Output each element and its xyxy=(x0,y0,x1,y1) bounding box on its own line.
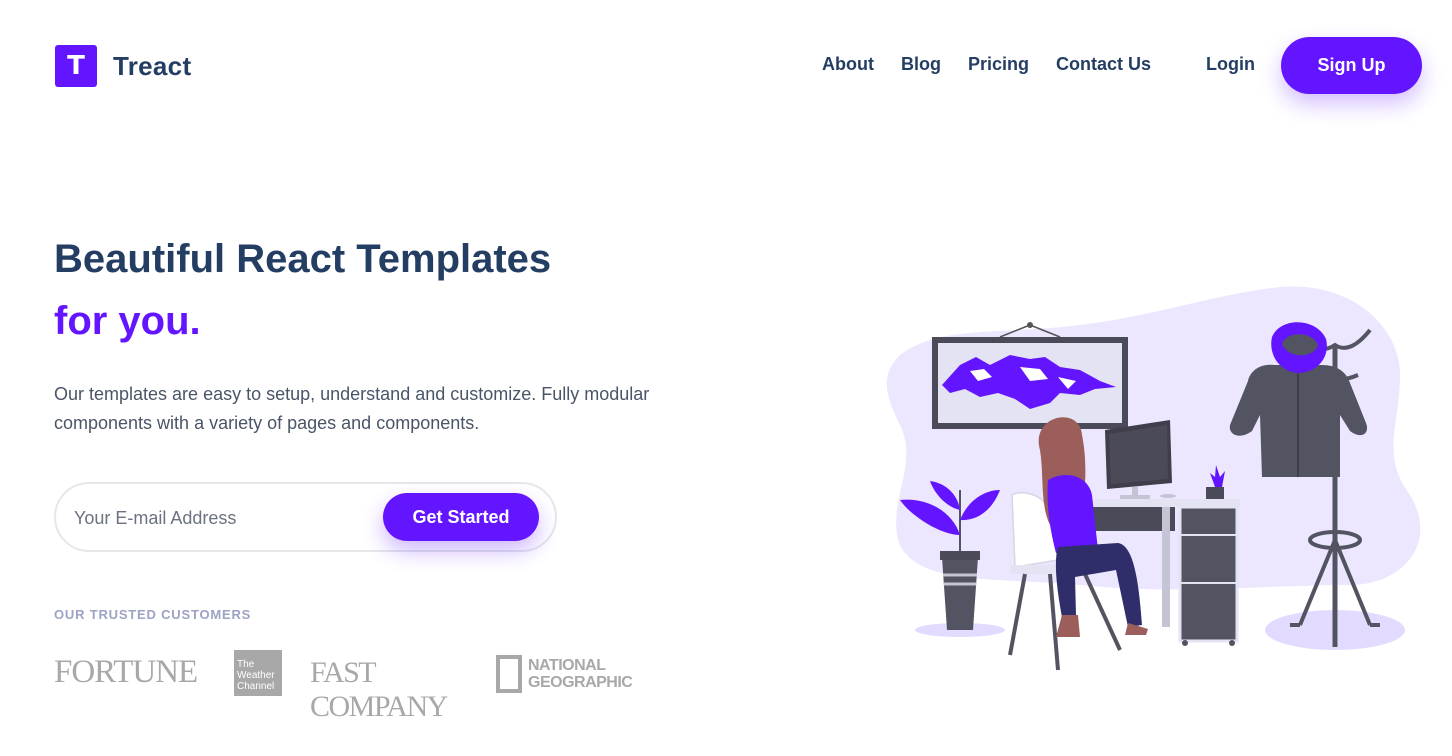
potted-plant xyxy=(942,557,978,630)
weather-logo-line-2: Weather xyxy=(237,670,275,681)
brand-logo[interactable]: T Treact xyxy=(55,45,191,87)
weather-logo-line-3: Channel xyxy=(237,681,275,692)
trusted-customers-label: OUR TRUSTED CUSTOMERS xyxy=(54,607,252,622)
site-header: T Treact About Blog Pricing Contact Us L… xyxy=(0,0,1452,130)
logo-icon: T xyxy=(55,45,97,87)
fast-company-logo: FAST COMPANY xyxy=(310,656,448,723)
natgeo-line-2: GEOGRAPHIC xyxy=(528,674,633,691)
weather-logo-line-1: The xyxy=(237,659,255,670)
weather-channel-logo: The Weather Channel xyxy=(234,650,282,696)
hero-description: Our templates are easy to setup, underst… xyxy=(54,384,650,433)
fortune-logo: FORTUNE xyxy=(54,654,198,690)
nav-link-contact[interactable]: Contact Us xyxy=(1056,54,1151,75)
nav-link-about[interactable]: About xyxy=(822,54,874,75)
natgeo-line-1: NATIONAL xyxy=(528,657,606,674)
hero-title: Beautiful React Templates xyxy=(54,237,552,281)
email-input[interactable] xyxy=(74,502,374,534)
main-nav: About Blog Pricing Contact Us xyxy=(822,54,1178,75)
email-signup-form: Get Started xyxy=(54,482,557,552)
hero-title-accent: for you. xyxy=(54,299,201,343)
national-geographic-logo: NATIONAL GEOGRAPHIC xyxy=(496,654,633,694)
natgeo-frame-icon xyxy=(496,655,522,693)
signup-button[interactable]: Sign Up xyxy=(1281,37,1422,94)
hero-illustration xyxy=(886,286,1421,671)
logo-letter: T xyxy=(67,51,85,81)
nav-link-blog[interactable]: Blog xyxy=(901,54,941,75)
brand-name: Treact xyxy=(113,50,192,81)
login-link[interactable]: Login xyxy=(1206,54,1255,75)
get-started-button[interactable]: Get Started xyxy=(383,493,539,541)
nav-link-pricing[interactable]: Pricing xyxy=(968,54,1029,75)
